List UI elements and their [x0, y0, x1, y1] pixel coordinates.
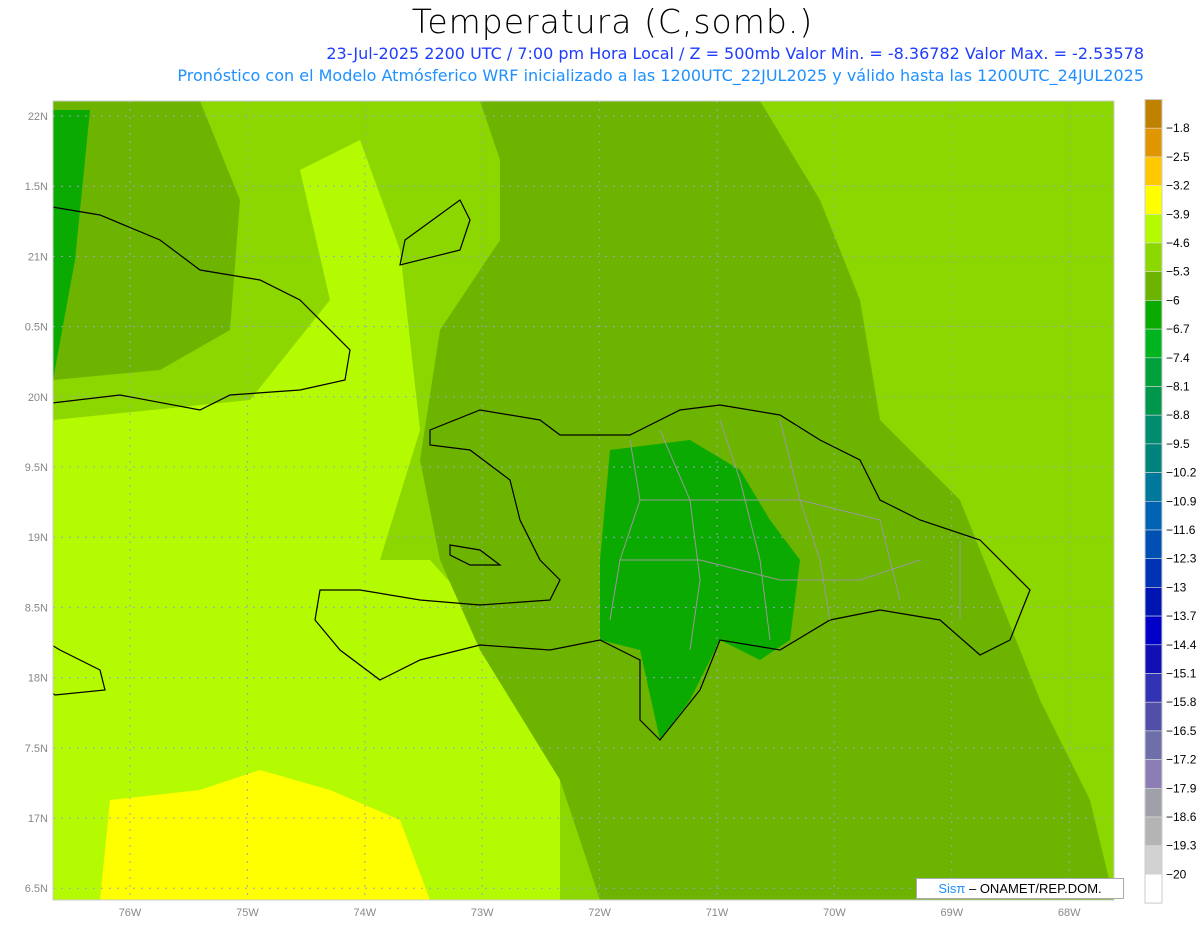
colorbar-swatch	[1144, 644, 1163, 674]
colorbar-label: −14.4	[1166, 638, 1197, 652]
x-tick-label: 75W	[236, 907, 259, 919]
colorbar-label: −7.4	[1166, 351, 1190, 365]
colorbar-swatch	[1144, 787, 1163, 818]
colorbar-swatch	[1144, 414, 1163, 445]
colorbar-label: −6	[1166, 293, 1180, 307]
colorbar-label: −9.5	[1166, 437, 1190, 451]
temperature-map: 76W 75W 74W 73W 72W 71W 70W 69W 68W 22N 1.5N 21N 0.5…	[25, 99, 1197, 919]
x-tick-label: 68W	[1058, 907, 1081, 919]
x-tick-label: 71W	[706, 907, 729, 919]
colorbar-swatch	[1144, 529, 1163, 560]
colorbar-label: −11.6	[1166, 523, 1196, 537]
colorbar-swatch	[1144, 730, 1163, 760]
y-tick-label: 8.5N	[25, 602, 48, 614]
credit-text: – ONAMET/REP.DOM.	[965, 881, 1102, 896]
y-tick-label: 18N	[28, 673, 48, 685]
colorbar-label: −10.9	[1166, 494, 1197, 508]
colorbar-label: −3.9	[1166, 207, 1190, 221]
colorbar-label: −8.8	[1166, 408, 1190, 422]
colorbar-label: −8.1	[1166, 380, 1190, 394]
colorbar-swatch	[1144, 472, 1163, 502]
colorbar-swatch	[1144, 214, 1163, 244]
y-tick-label: 1.5N	[25, 181, 48, 193]
colorbar-label: −19.3	[1166, 839, 1197, 853]
y-tick-label: 9.5N	[25, 462, 48, 474]
x-tick-label: 70W	[823, 907, 846, 919]
colorbar-label: −12.3	[1166, 552, 1197, 566]
colorbar-swatch	[1144, 386, 1163, 416]
y-tick-label: 7.5N	[25, 743, 48, 755]
colorbar-swatch	[1144, 701, 1163, 732]
credit-brand: Sisπ	[938, 881, 966, 896]
colorbar-swatch	[1144, 615, 1163, 646]
colorbar-swatch	[1144, 558, 1163, 588]
colorbar-swatch	[1144, 500, 1163, 531]
colorbar-label: −4.6	[1166, 236, 1190, 250]
colorbar-label: −6.7	[1166, 322, 1190, 336]
x-tick-label: 76W	[119, 907, 142, 919]
colorbar-label: −2.5	[1166, 150, 1190, 164]
x-tick-label: 74W	[353, 907, 376, 919]
colorbar-label: −15.8	[1166, 695, 1197, 709]
chart-title: Temperatura (C,somb.)	[411, 2, 814, 41]
colorbar-label: −5.3	[1166, 265, 1190, 279]
colorbar-swatch	[1144, 328, 1163, 359]
colorbar-swatch	[1144, 127, 1163, 158]
colorbar-swatch	[1144, 156, 1163, 186]
colorbar-swatch	[1144, 759, 1163, 789]
x-tick-label: 69W	[940, 907, 963, 919]
colorbar-swatch	[1144, 587, 1163, 617]
colorbar-swatch	[1144, 357, 1163, 387]
colorbar-swatch	[1144, 443, 1163, 473]
colorbar-swatch	[1144, 673, 1163, 703]
chart-subtitle-model: Pronóstico con el Modelo Atmósferico WRF…	[177, 66, 1144, 85]
y-tick-label: 19N	[28, 532, 48, 544]
colorbar-label: −17.2	[1166, 753, 1197, 767]
colorbar-label: −13.7	[1166, 609, 1197, 623]
y-tick-label: 22N	[28, 111, 48, 123]
colorbar-swatch	[1144, 300, 1163, 330]
y-tick-label: 21N	[28, 251, 48, 263]
colorbar-swatch	[1144, 99, 1163, 129]
credit-box: Sisπ – ONAMET/REP.DOM.	[916, 878, 1124, 899]
y-tick-label: 6.5N	[25, 883, 48, 895]
x-tick-label: 73W	[471, 907, 494, 919]
colorbar-label: −10.2	[1166, 466, 1197, 480]
y-tick-label: 17N	[28, 813, 48, 825]
y-tick-label: 20N	[28, 392, 48, 404]
colorbar-swatch	[1144, 185, 1163, 215]
colorbar-swatch	[1144, 271, 1163, 301]
colorbar-label: −16.5	[1166, 724, 1197, 738]
y-tick-label: 0.5N	[25, 322, 48, 334]
colorbar-label: −20	[1166, 867, 1187, 881]
x-tick-label: 72W	[588, 907, 611, 919]
colorbar-swatch	[1144, 242, 1163, 273]
colorbar-label: −18.6	[1166, 810, 1197, 824]
colorbar: −1.8 −2.5 −3.2 −3.9 −4.6 −5.3 −6 −6.7 −7.4 −8.1 −8…	[1144, 99, 1197, 904]
colorbar-label: −13	[1166, 580, 1187, 594]
chart-subtitle-date: 23-Jul-2025 2200 UTC / 7:00 pm Hora Loca…	[326, 44, 1144, 63]
colorbar-swatch	[1144, 845, 1163, 875]
colorbar-swatch	[1144, 816, 1163, 847]
colorbar-label: −15.1	[1166, 667, 1197, 681]
colorbar-label: −3.2	[1166, 179, 1190, 193]
colorbar-swatch	[1144, 874, 1163, 904]
colorbar-label: −17.9	[1166, 781, 1197, 795]
colorbar-label: −1.8	[1166, 121, 1190, 135]
shaded-field	[53, 101, 1114, 900]
